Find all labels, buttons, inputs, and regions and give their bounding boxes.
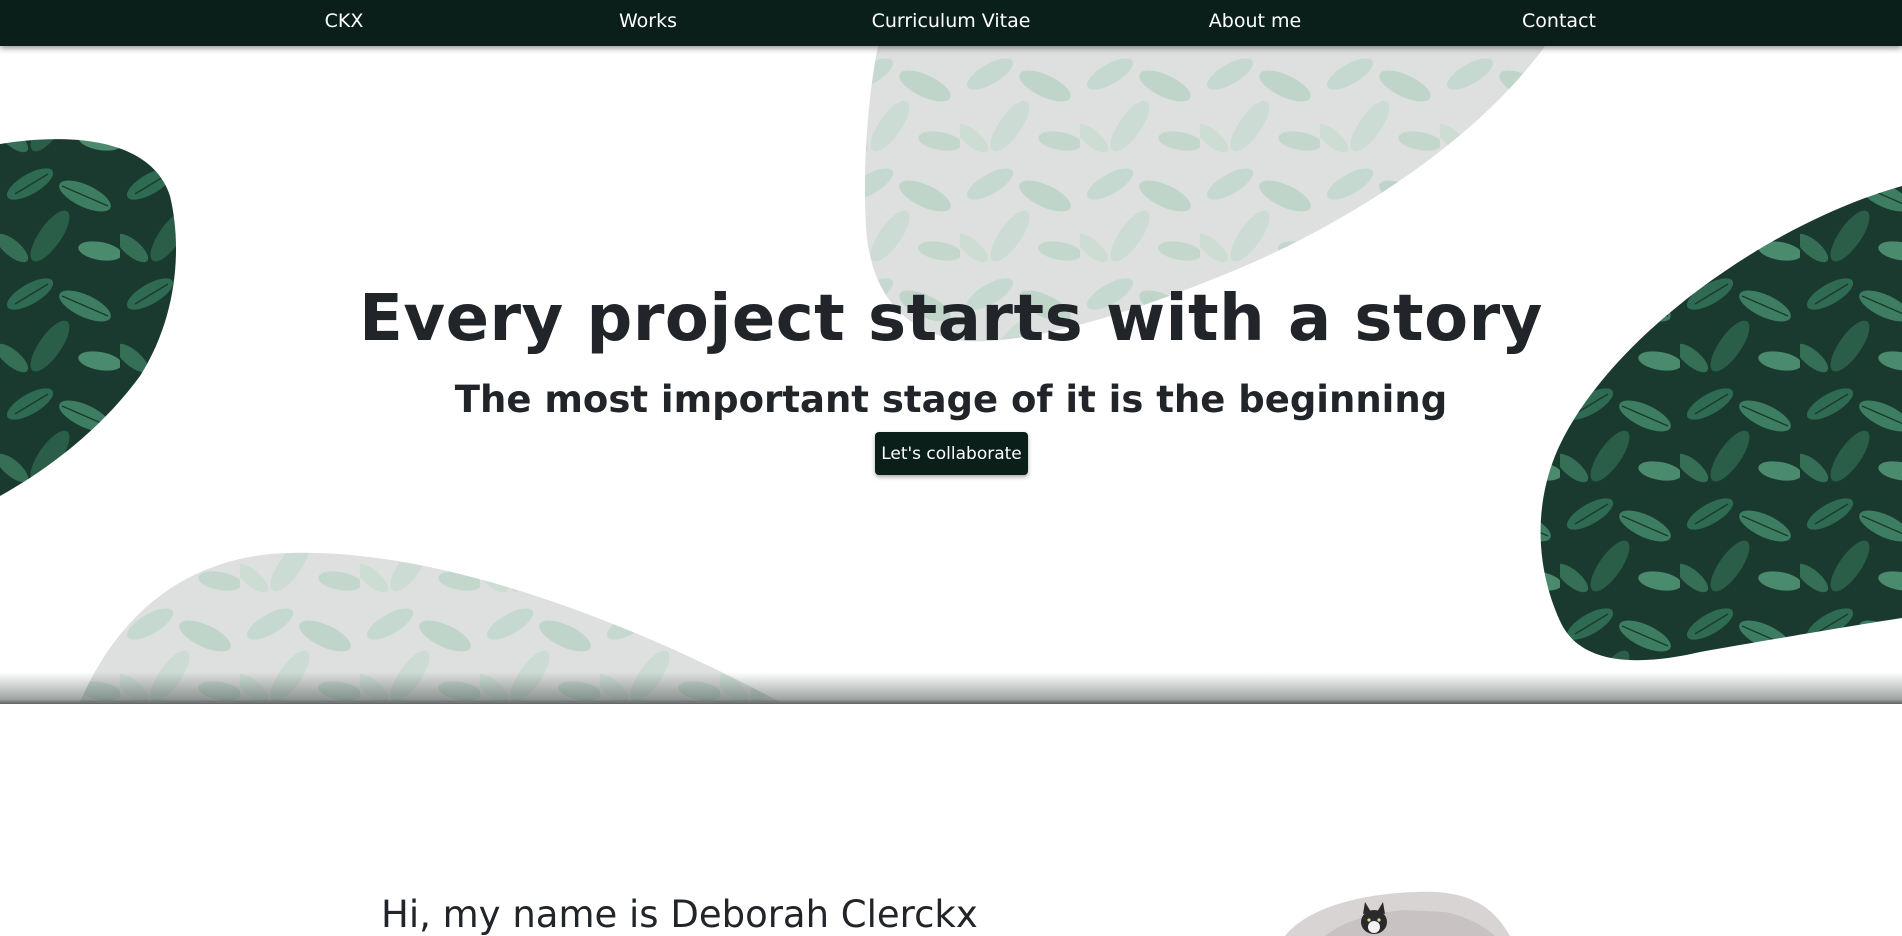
nav-item-contact[interactable]: Contact: [1522, 0, 1596, 46]
intro-heading: Hi, my name is Deborah Clerckx: [381, 893, 978, 936]
collaborate-button[interactable]: Let's collaborate: [875, 432, 1028, 475]
hero-subtitle: The most important stage of it is the be…: [454, 378, 1448, 421]
top-navigation: CKX Works Curriculum Vitae About me Cont…: [0, 0, 1902, 46]
nav-item-about-me[interactable]: About me: [1209, 0, 1301, 46]
hero-content: Every project starts with a story The mo…: [0, 46, 1902, 702]
nav-item-works[interactable]: Works: [619, 0, 677, 46]
profile-photo: [1285, 891, 1510, 936]
hero-title: Every project starts with a story: [359, 282, 1543, 356]
nav-item-home[interactable]: CKX: [325, 0, 364, 46]
nav-item-curriculum-vitae[interactable]: Curriculum Vitae: [872, 0, 1031, 46]
